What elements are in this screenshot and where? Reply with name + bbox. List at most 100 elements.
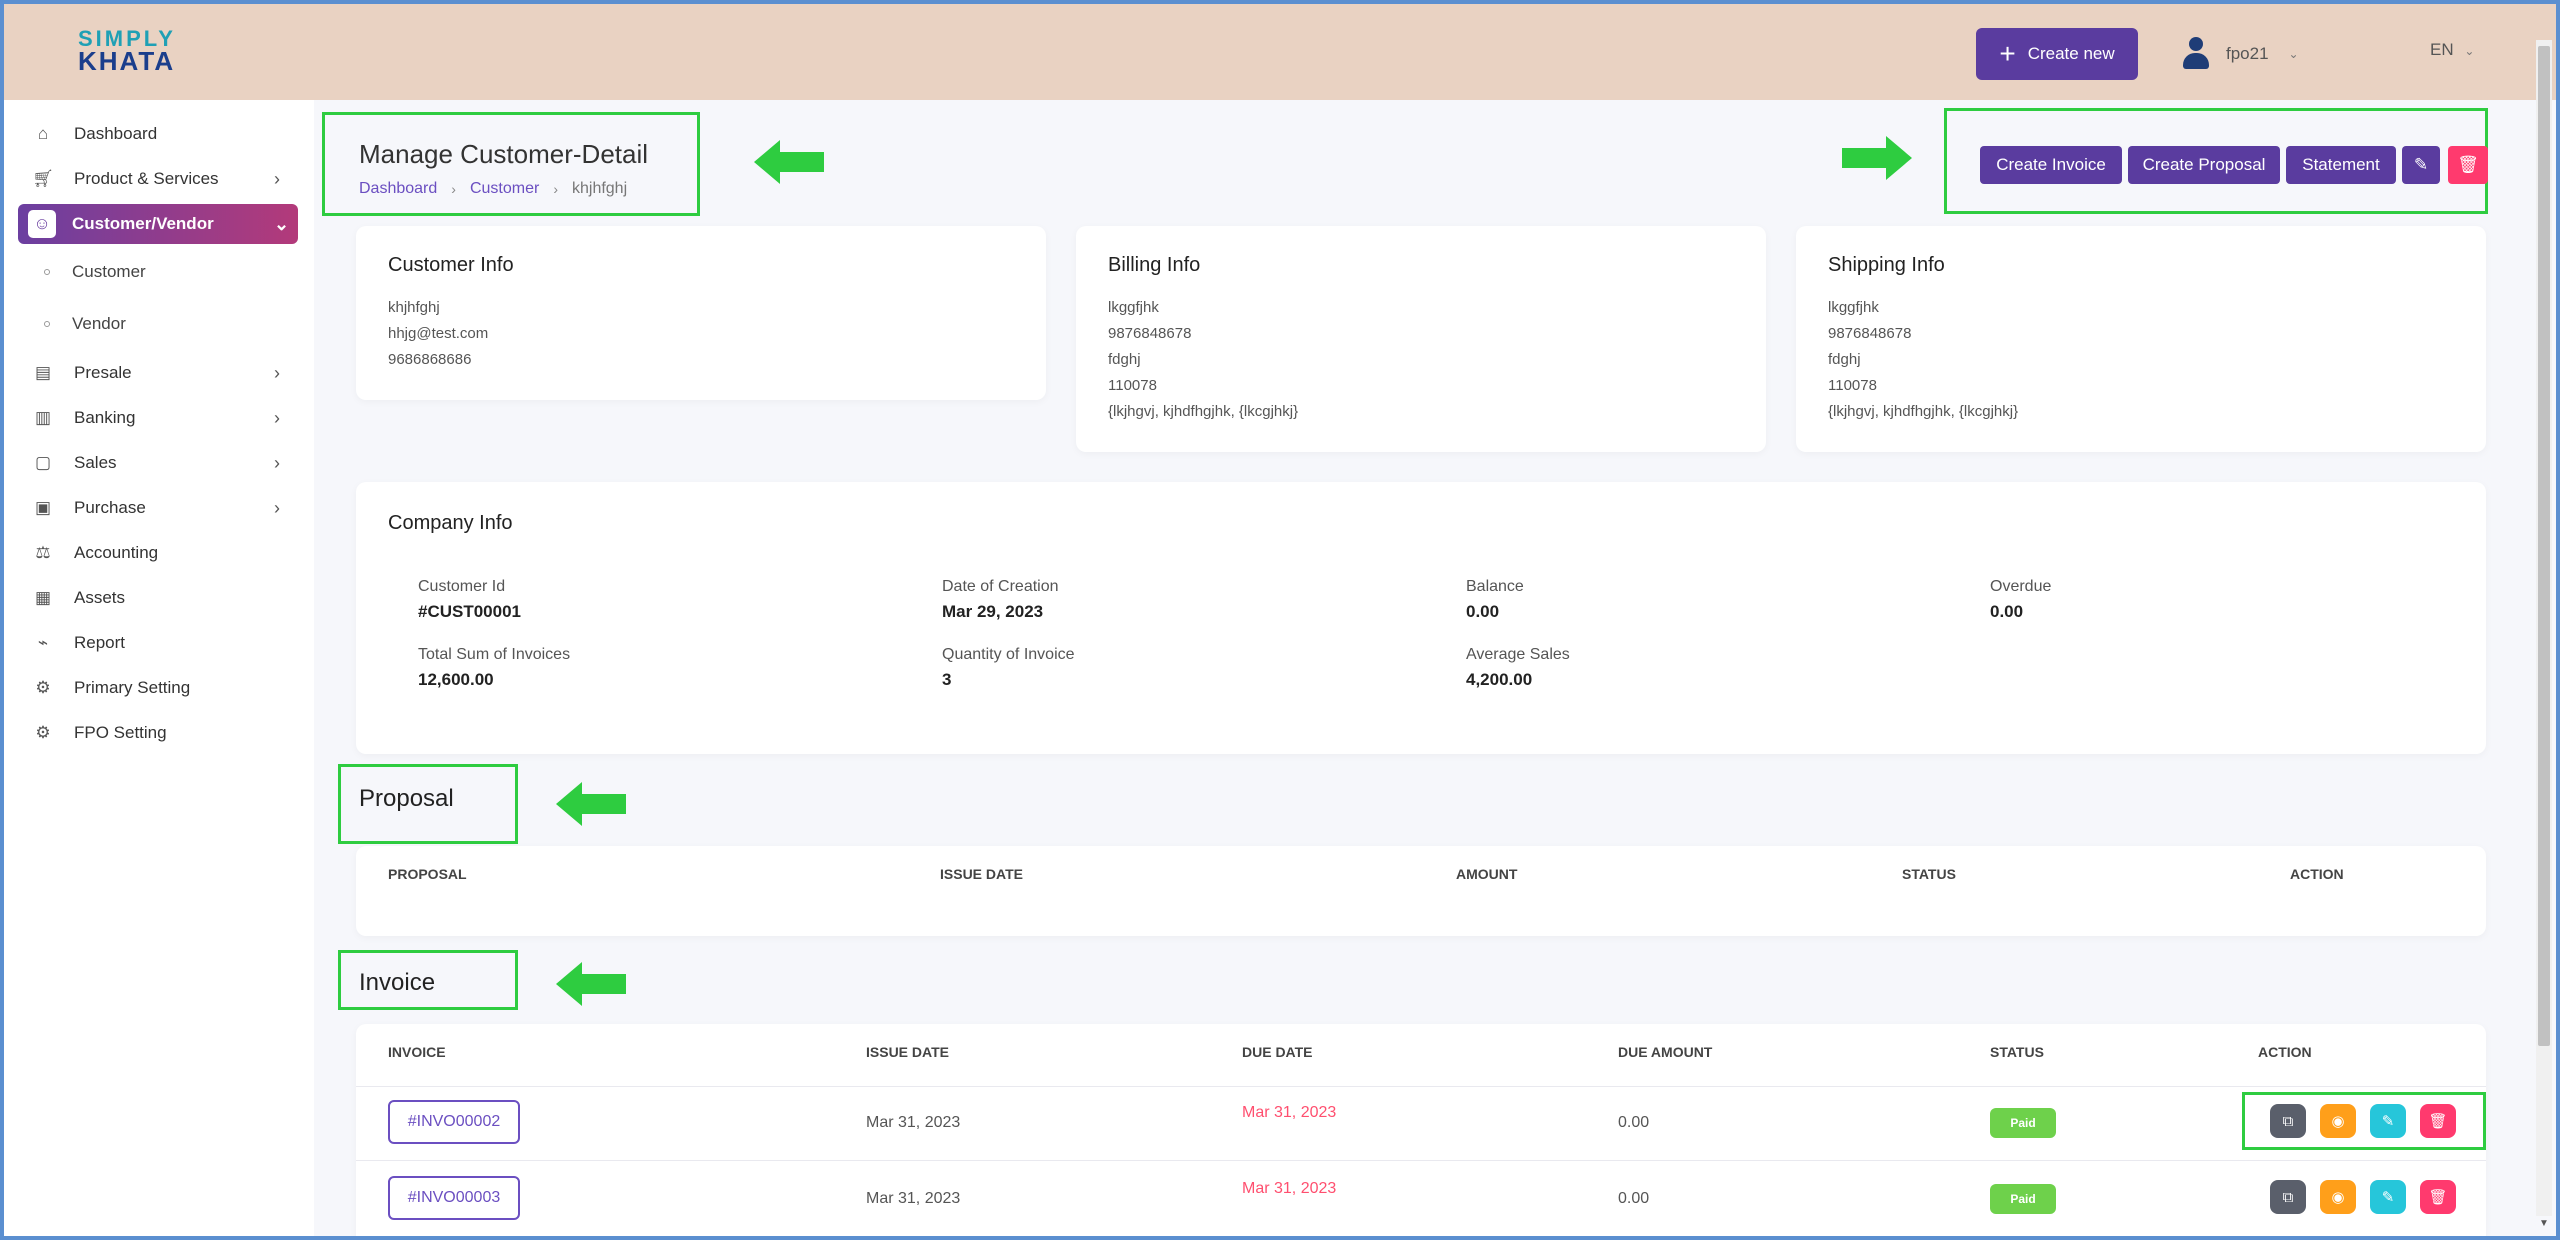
delete-button[interactable]: 🗑︎ <box>2420 1104 2456 1138</box>
sidebar-item-primary-setting[interactable]: ⚙︎ Primary Setting <box>18 668 298 708</box>
billing-info-card: Billing Info lkggfjhk 9876848678 fdghj 1… <box>1076 226 1766 452</box>
delete-button[interactable]: 🗑︎ <box>2420 1180 2456 1214</box>
sidebar-item-dashboard[interactable]: ⌂ Dashboard <box>18 114 298 154</box>
row-divider <box>356 1086 2486 1087</box>
col-action: ACTION <box>2290 866 2344 882</box>
stat-value: 0.00 <box>1990 602 2024 621</box>
create-proposal-button[interactable]: Create Proposal <box>2128 146 2280 184</box>
stat-customer-id: Customer Id #CUST00001 <box>418 578 521 622</box>
scrollbar-thumb[interactable] <box>2538 46 2550 1046</box>
logo[interactable]: SIMPLY KHATA <box>78 28 176 76</box>
customer-info-title: Customer Info <box>388 254 514 276</box>
chevron-right-icon: › <box>274 168 280 189</box>
sidebar-item-label: Dashboard <box>74 124 158 143</box>
copy-button[interactable]: ⧉ <box>2270 1104 2306 1138</box>
col-status: STATUS <box>1990 1044 2044 1060</box>
bullet-icon <box>44 321 50 327</box>
trash-icon: 🗑︎ <box>2457 155 2479 174</box>
gear-icon: ⚙︎ <box>35 723 51 742</box>
sidebar-item-assets[interactable]: ▦ Assets <box>18 578 298 618</box>
sidebar-item-purchase[interactable]: ▣ Purchase › <box>18 488 298 528</box>
copy-icon: ⧉ <box>2282 1112 2294 1130</box>
stat-quantity-of-invoice: Quantity of Invoice 3 <box>942 646 1075 690</box>
col-issue-date: ISSUE DATE <box>866 1044 949 1060</box>
create-new-label: Create new <box>2027 44 2115 63</box>
edit-button[interactable]: ✎ <box>2370 1180 2406 1214</box>
scroll-down-icon[interactable]: ▼ <box>2538 1218 2550 1230</box>
breadcrumb: Dashboard › Customer › khjhfghj <box>359 180 697 198</box>
col-due-amount: DUE AMOUNT <box>1618 1044 1713 1060</box>
proposal-section-title: Proposal <box>338 764 518 844</box>
sidebar-item-fpo-setting[interactable]: ⚙︎ FPO Setting <box>18 713 298 753</box>
logo-bottom-text: KHATA <box>78 46 176 76</box>
stat-value: 4,200.00 <box>1466 670 1533 689</box>
invoice-section-title: Invoice <box>338 950 518 1010</box>
breadcrumb-dashboard[interactable]: Dashboard <box>359 180 437 198</box>
sidebar-subitem-customer[interactable]: Customer <box>44 254 146 290</box>
sidebar-item-label: Customer/Vendor <box>72 214 214 233</box>
create-new-button[interactable]: + Create new <box>1976 28 2138 80</box>
stat-label: Overdue <box>1990 578 2052 595</box>
invoice-issue-date: Mar 31, 2023 <box>866 1114 961 1131</box>
stat-label: Average Sales <box>1466 646 1570 663</box>
sidebar-item-label: Banking <box>74 408 136 427</box>
scale-icon: ⚖︎ <box>35 543 51 562</box>
file-icon: ▢ <box>34 453 52 472</box>
shipping-info-card: Shipping Info lkggfjhk 9876848678 fdghj … <box>1796 226 2486 452</box>
view-button[interactable]: ◉ <box>2320 1180 2356 1214</box>
clipboard-icon: ▣ <box>34 498 52 517</box>
invoice-id-link[interactable]: #INVO00003 <box>388 1176 520 1220</box>
stat-value: Mar 29, 2023 <box>942 602 1044 621</box>
invoice-due-date: Mar 31, 2023 <box>1242 1104 1337 1121</box>
user-menu[interactable]: fpo21 ⌄ <box>2180 34 2299 74</box>
users-icon: ☺ <box>28 210 56 238</box>
breadcrumb-customer[interactable]: Customer <box>470 180 539 198</box>
user-name: fpo21 <box>2226 44 2269 63</box>
invoice-due-amount: 0.00 <box>1618 1190 1650 1207</box>
chevron-right-icon: › <box>274 362 280 383</box>
chevron-right-icon: › <box>553 181 558 197</box>
statement-button[interactable]: Statement <box>2286 146 2396 184</box>
stat-label: Balance <box>1466 578 1524 595</box>
sidebar-item-presale[interactable]: ▤ Presale › <box>18 353 298 393</box>
invoice-issue-date: Mar 31, 2023 <box>866 1190 961 1207</box>
shipping-zip: 110078 <box>1828 377 1877 394</box>
invoice-table: INVOICE ISSUE DATE DUE DATE DUE AMOUNT S… <box>356 1024 2486 1236</box>
sidebar-item-report[interactable]: ⌁ Report <box>18 623 298 663</box>
status-badge: Paid <box>1990 1184 2056 1214</box>
sidebar-item-customer-vendor[interactable]: ☺ Customer/Vendor ⌄ <box>18 204 298 244</box>
copy-icon: ⧉ <box>2282 1188 2294 1206</box>
col-amount: AMOUNT <box>1456 866 1518 882</box>
invoice-id-link[interactable]: #INVO00002 <box>388 1100 520 1144</box>
customer-info-card: Customer Info khjhfghj hhjg@test.com 968… <box>356 226 1046 400</box>
delete-button[interactable]: 🗑︎ <box>2448 146 2488 184</box>
billing-phone: 9876848678 <box>1108 325 1192 342</box>
stat-average-sales: Average Sales 4,200.00 <box>1466 646 1570 690</box>
create-invoice-button[interactable]: Create Invoice <box>1980 146 2122 184</box>
stat-label: Customer Id <box>418 578 506 595</box>
edit-button[interactable]: ✎ <box>2370 1104 2406 1138</box>
language-selector[interactable]: EN ⌄ <box>2430 40 2474 60</box>
shipping-name: lkggfjhk <box>1828 299 1879 316</box>
col-due-date: DUE DATE <box>1242 1044 1313 1060</box>
billing-zip: 110078 <box>1108 377 1157 394</box>
page-title: Manage Customer-Detail <box>359 139 649 169</box>
user-avatar-icon <box>2180 37 2212 71</box>
proposal-table: PROPOSAL ISSUE DATE AMOUNT STATUS ACTION <box>356 846 2486 936</box>
sidebar-subitem-vendor[interactable]: Vendor <box>44 306 126 342</box>
stat-value: 0.00 <box>1466 602 1500 621</box>
sidebar-item-product-services[interactable]: 🛒︎ Product & Services › <box>18 159 298 199</box>
shipping-info-title: Shipping Info <box>1828 254 1945 276</box>
col-invoice: INVOICE <box>388 1044 446 1060</box>
chart-icon: ⌁ <box>37 633 49 652</box>
view-button[interactable]: ◉ <box>2320 1104 2356 1138</box>
edit-button[interactable]: ✎ <box>2402 146 2440 184</box>
sidebar-item-accounting[interactable]: ⚖︎ Accounting <box>18 533 298 573</box>
sidebar-item-sales[interactable]: ▢ Sales › <box>18 443 298 483</box>
sidebar-item-label: Product & Services <box>74 169 219 188</box>
chevron-down-icon: ⌄ <box>2464 44 2475 58</box>
company-info-card: Company Info Customer Id #CUST00001 Date… <box>356 482 2486 754</box>
copy-button[interactable]: ⧉ <box>2270 1180 2306 1214</box>
sidebar-item-banking[interactable]: ▥ Banking › <box>18 398 298 438</box>
stat-label: Quantity of Invoice <box>942 646 1075 663</box>
